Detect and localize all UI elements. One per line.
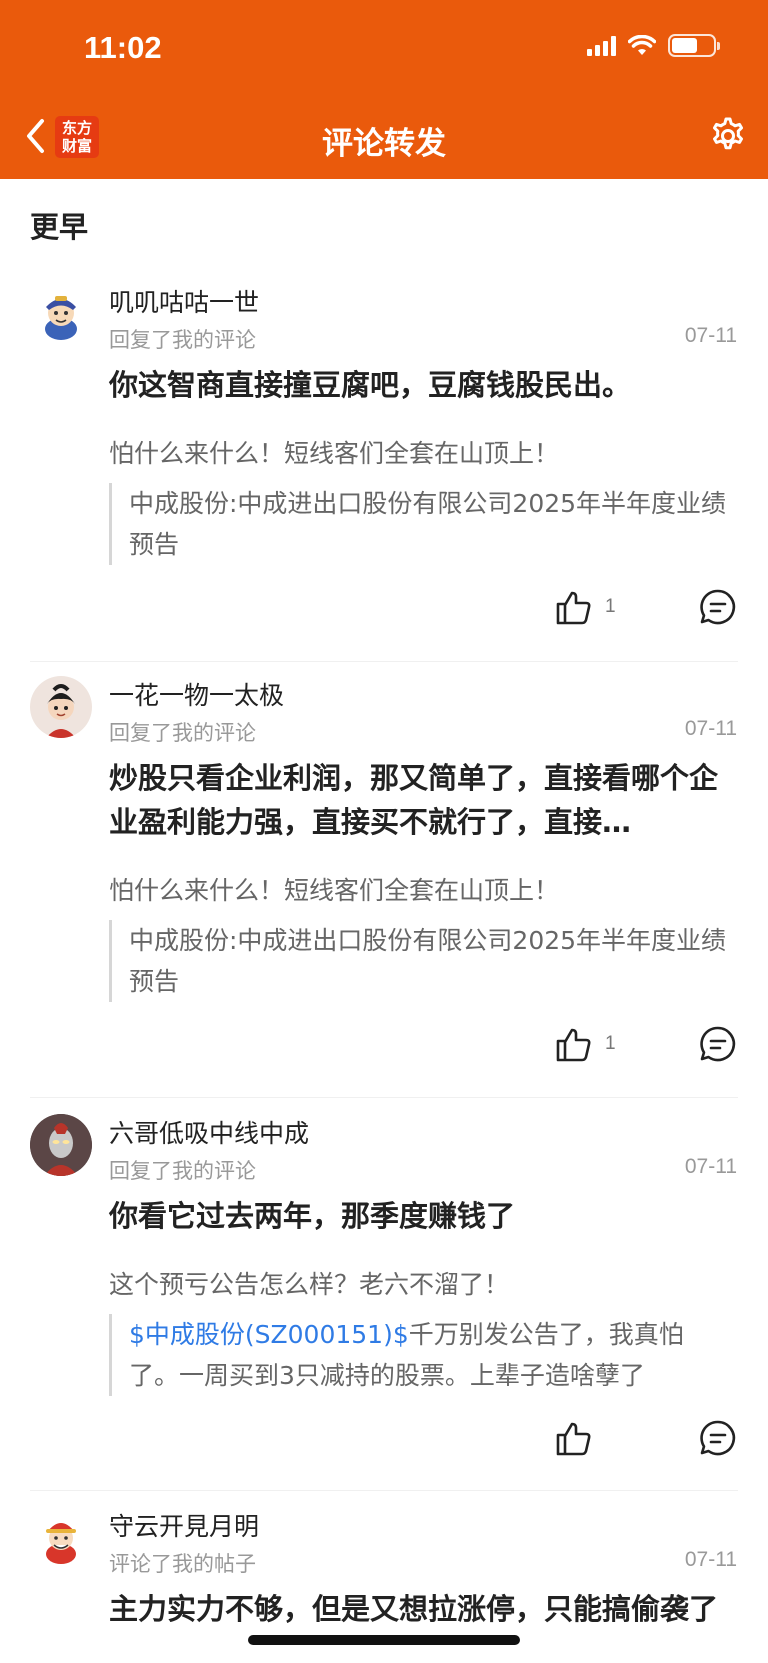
comment-button[interactable] xyxy=(698,587,738,627)
like-button[interactable]: 1 xyxy=(555,585,635,629)
thumbs-up-icon xyxy=(556,591,591,625)
like-button[interactable] xyxy=(555,1416,635,1460)
comment-icon xyxy=(700,1420,736,1456)
my-comment[interactable]: 怕什么来什么！短线客们全套在山顶上！ xyxy=(109,434,559,470)
divider xyxy=(30,661,738,662)
avatar[interactable] xyxy=(30,676,92,738)
battery-icon xyxy=(668,34,720,57)
action-text: 回复了我的评论 xyxy=(109,721,256,745)
comment-icon xyxy=(700,589,736,625)
app-header: 11:02 东方 财富 评论转发 xyxy=(0,0,768,179)
divider xyxy=(30,1097,738,1098)
settings-button[interactable] xyxy=(706,114,750,158)
stock-link[interactable]: $中成股份(SZ000151)$ xyxy=(129,1320,409,1349)
section-title: 更早 xyxy=(30,210,89,244)
thumbs-up-icon xyxy=(556,1028,591,1062)
reply-text[interactable]: 主力实力不够，但是又想拉涨停，只能搞偷袭了 xyxy=(109,1587,739,1631)
comment-button[interactable] xyxy=(698,1024,738,1064)
reply-text[interactable]: 你看它过去两年，那季度赚钱了 xyxy=(109,1194,739,1238)
page-title: 评论转发 xyxy=(322,126,446,162)
home-indicator[interactable] xyxy=(248,1635,520,1645)
quoted-post-text: 中成股份:中成进出口股份有限公司2025年半年度业绩预告 xyxy=(129,926,727,996)
wifi-icon xyxy=(628,34,656,55)
reply-text[interactable]: 炒股只看企业利润，那又简单了，直接看哪个企业盈利能力强，直接买不就行了，直接… xyxy=(109,756,739,844)
item-actions: 1 xyxy=(0,1022,768,1066)
avatar[interactable] xyxy=(30,283,92,345)
item-actions: 1 xyxy=(0,585,768,629)
timestamp: 07-11 xyxy=(684,324,737,347)
action-text: 回复了我的评论 xyxy=(109,328,256,352)
username[interactable]: 六哥低吸中线中成 xyxy=(109,1114,309,1150)
my-comment[interactable]: 怕什么来什么！短线客们全套在山顶上！ xyxy=(109,871,559,907)
gear-icon xyxy=(713,117,743,150)
avatar[interactable] xyxy=(30,1507,92,1569)
divider xyxy=(30,1490,738,1491)
like-button[interactable]: 1 xyxy=(555,1022,635,1066)
like-count: 1 xyxy=(605,1033,616,1054)
avatar[interactable] xyxy=(30,1114,92,1176)
reply-text[interactable]: 你这智商直接撞豆腐吧，豆腐钱股民出。 xyxy=(109,363,739,407)
username[interactable]: 叽叽咕咕一世 xyxy=(109,283,259,319)
status-icons xyxy=(587,34,720,57)
my-comment[interactable]: 这个预亏公告怎么样？老六不溜了！ xyxy=(109,1265,509,1301)
username[interactable]: 守云开見月明 xyxy=(109,1507,259,1543)
action-text: 评论了我的帖子 xyxy=(109,1552,256,1576)
item-actions xyxy=(0,1416,768,1460)
thumbs-up-icon xyxy=(556,1422,591,1456)
nav-bar: 东方 财富 评论转发 xyxy=(0,100,768,172)
action-text: 回复了我的评论 xyxy=(109,1159,256,1183)
timestamp: 07-11 xyxy=(684,1548,737,1571)
timestamp: 07-11 xyxy=(684,717,737,740)
username[interactable]: 一花一物一太极 xyxy=(109,676,284,712)
status-time: 11:02 xyxy=(84,30,162,65)
quoted-post[interactable]: $中成股份(SZ000151)$千万别发公告了，我真怕了。一周买到3只减持的股票… xyxy=(109,1314,729,1396)
comment-icon xyxy=(700,1026,736,1062)
quoted-post[interactable]: 中成股份:中成进出口股份有限公司2025年半年度业绩预告 xyxy=(109,483,729,565)
timestamp: 07-11 xyxy=(684,1155,737,1178)
like-count: 1 xyxy=(605,596,616,617)
cellular-signal-icon xyxy=(587,35,616,56)
quoted-post-text: 中成股份:中成进出口股份有限公司2025年半年度业绩预告 xyxy=(129,489,727,559)
quoted-post[interactable]: 中成股份:中成进出口股份有限公司2025年半年度业绩预告 xyxy=(109,920,729,1002)
comment-button[interactable] xyxy=(698,1418,738,1458)
